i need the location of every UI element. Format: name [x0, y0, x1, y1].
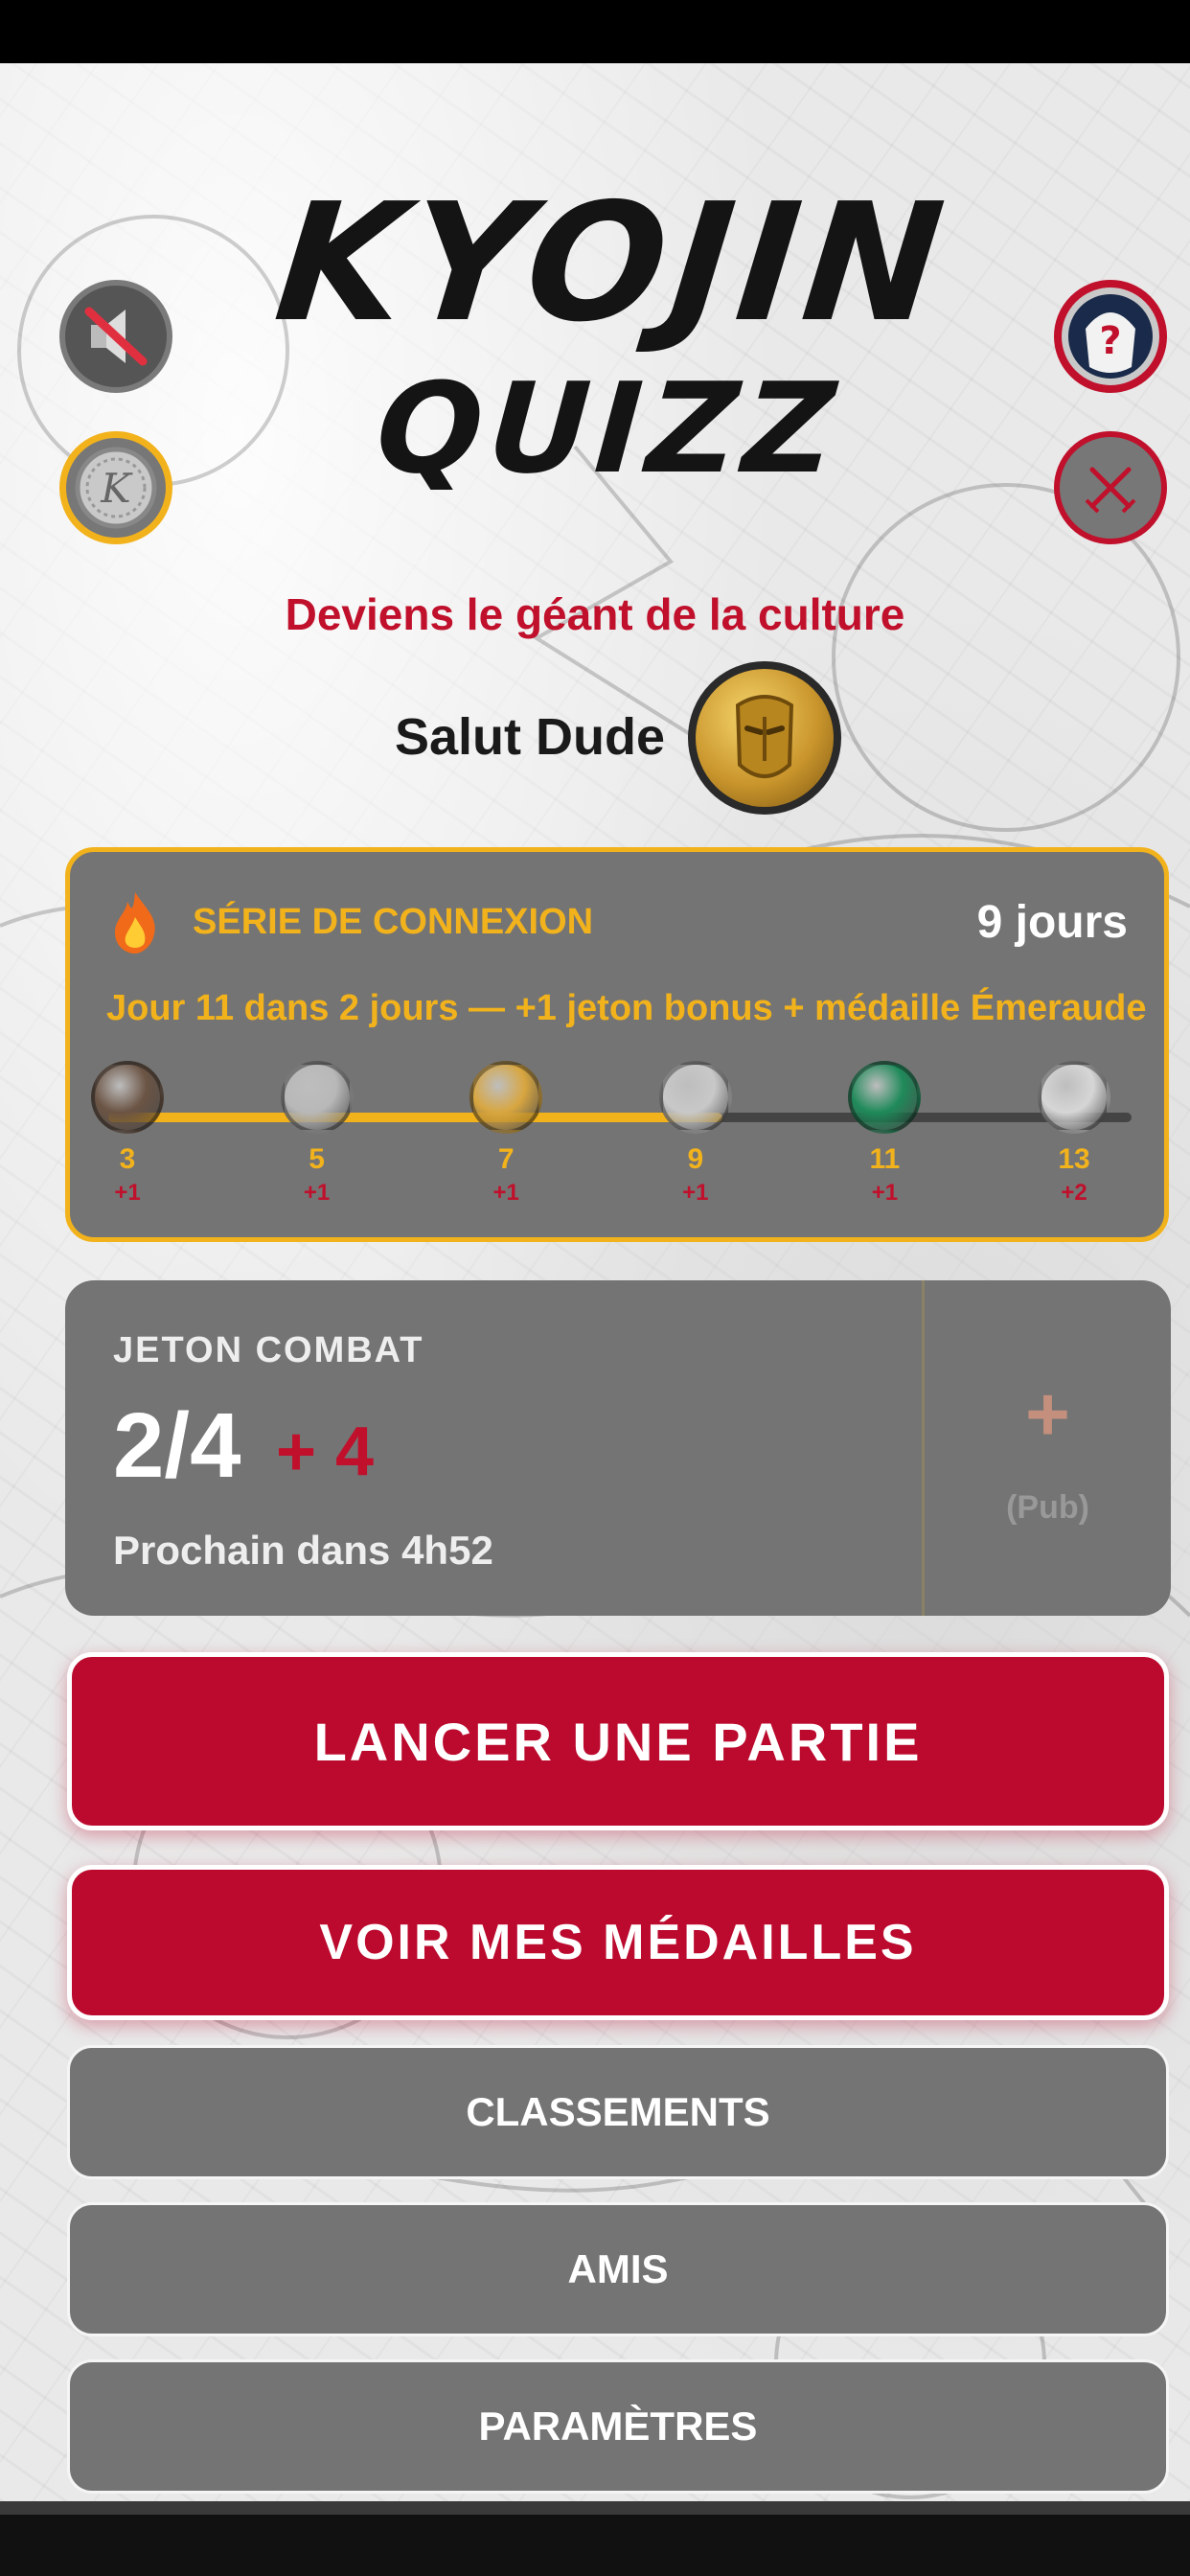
combat-token-card: JETON COMBAT 2/4 + 4 Prochain dans 4h52 … — [65, 1280, 1171, 1616]
streak-milestone-day-3: 3 +1 — [75, 1061, 180, 1207]
svg-text:K: K — [100, 465, 133, 512]
milestone-day: 11 — [869, 1143, 901, 1175]
milestone-day: 7 — [497, 1143, 515, 1175]
settings-button[interactable]: PARAMÈTRES — [67, 2359, 1169, 2494]
milestone-bonus: +2 — [1061, 1180, 1087, 1206]
gold-medal-icon — [469, 1061, 543, 1134]
bronze-medal-icon — [91, 1061, 164, 1134]
ad-label: (Pub) — [1006, 1489, 1089, 1526]
tagline: Deviens le géant de la culture — [285, 589, 905, 639]
streak-title: SÉRIE DE CONNEXION — [193, 902, 594, 942]
milestone-day: 13 — [1058, 1143, 1090, 1175]
add-token-ad-button[interactable]: + (Pub) — [925, 1280, 1171, 1616]
milestone-day: 5 — [309, 1143, 325, 1175]
milestone-bonus: +1 — [682, 1180, 709, 1206]
rankings-button[interactable]: CLASSEMENTS — [67, 2045, 1169, 2179]
milestone-bonus: +1 — [114, 1180, 141, 1206]
streak-milestone-day-9: 9 +1 — [643, 1061, 748, 1207]
profile-button[interactable]: ? — [1054, 280, 1167, 393]
friends-button[interactable]: AMIS — [67, 2202, 1169, 2336]
milestone-bonus: +1 — [303, 1180, 331, 1206]
navigation-bar-stripe — [0, 2501, 1190, 2515]
streak-milestone-day-7: 7 +1 — [453, 1061, 559, 1207]
streak-milestone-day-11: 11 +1 — [832, 1061, 937, 1207]
token-label: JETON COMBAT — [113, 1330, 424, 1370]
milestone-bonus: +1 — [492, 1180, 519, 1206]
sound-muted-icon — [84, 307, 148, 366]
plus-icon: + — [1025, 1371, 1070, 1457]
logo-line-2: QUIZZ — [372, 356, 845, 501]
streak-milestone-day-13: 13 +2 — [1021, 1061, 1127, 1207]
masked-avatar-icon: ? — [1068, 294, 1153, 379]
app-logo: KYOJIN QUIZZ — [268, 150, 957, 552]
status-bar — [0, 0, 1190, 63]
start-game-button[interactable]: LANCER UNE PARTIE — [67, 1652, 1169, 1830]
milestone-day: 3 — [119, 1143, 136, 1175]
streak-progress-fill — [108, 1113, 722, 1122]
greeting-text: Salut Dude — [395, 708, 666, 766]
silver-medal-icon — [280, 1061, 354, 1134]
diamond-medal-icon — [1038, 1061, 1110, 1134]
crossed-swords-icon — [1085, 467, 1136, 514]
versus-button[interactable] — [1054, 431, 1167, 544]
svg-text:?: ? — [1099, 319, 1121, 363]
token-count: 2/4 — [113, 1394, 241, 1497]
milestone-day: 9 — [687, 1143, 704, 1175]
token-next-refill: Prochain dans 4h52 — [113, 1528, 493, 1573]
streak-milestone-day-5: 5 +1 — [264, 1061, 370, 1207]
flame-icon — [114, 892, 155, 954]
streak-days: 9 jours — [976, 897, 1128, 948]
user-avatar[interactable] — [688, 661, 841, 815]
silver-medal-icon — [658, 1061, 732, 1134]
milestone-bonus: +1 — [871, 1180, 899, 1206]
home-screen: K ? KYOJIN QUIZZ Deviens le géant de la … — [0, 63, 1190, 2501]
sound-toggle-button[interactable] — [59, 280, 172, 393]
coin-shop-button[interactable]: K — [59, 431, 172, 544]
streak-progress-track — [108, 1113, 1132, 1122]
logo-line-1: KYOJIN — [267, 169, 957, 358]
k-coin-icon: K — [75, 447, 157, 529]
navigation-bar — [0, 2501, 1190, 2576]
view-medals-button[interactable]: VOIR MES MÉDAILLES — [67, 1865, 1169, 2020]
streak-next-reward: Jour 11 dans 2 jours — +1 jeton bonus + … — [106, 988, 1147, 1028]
emerald-medal-icon — [848, 1061, 922, 1134]
golden-mask-icon — [735, 695, 794, 778]
token-bonus: + 4 — [276, 1414, 375, 1490]
login-streak-card: SÉRIE DE CONNEXION 9 jours Jour 11 dans … — [65, 847, 1169, 1242]
